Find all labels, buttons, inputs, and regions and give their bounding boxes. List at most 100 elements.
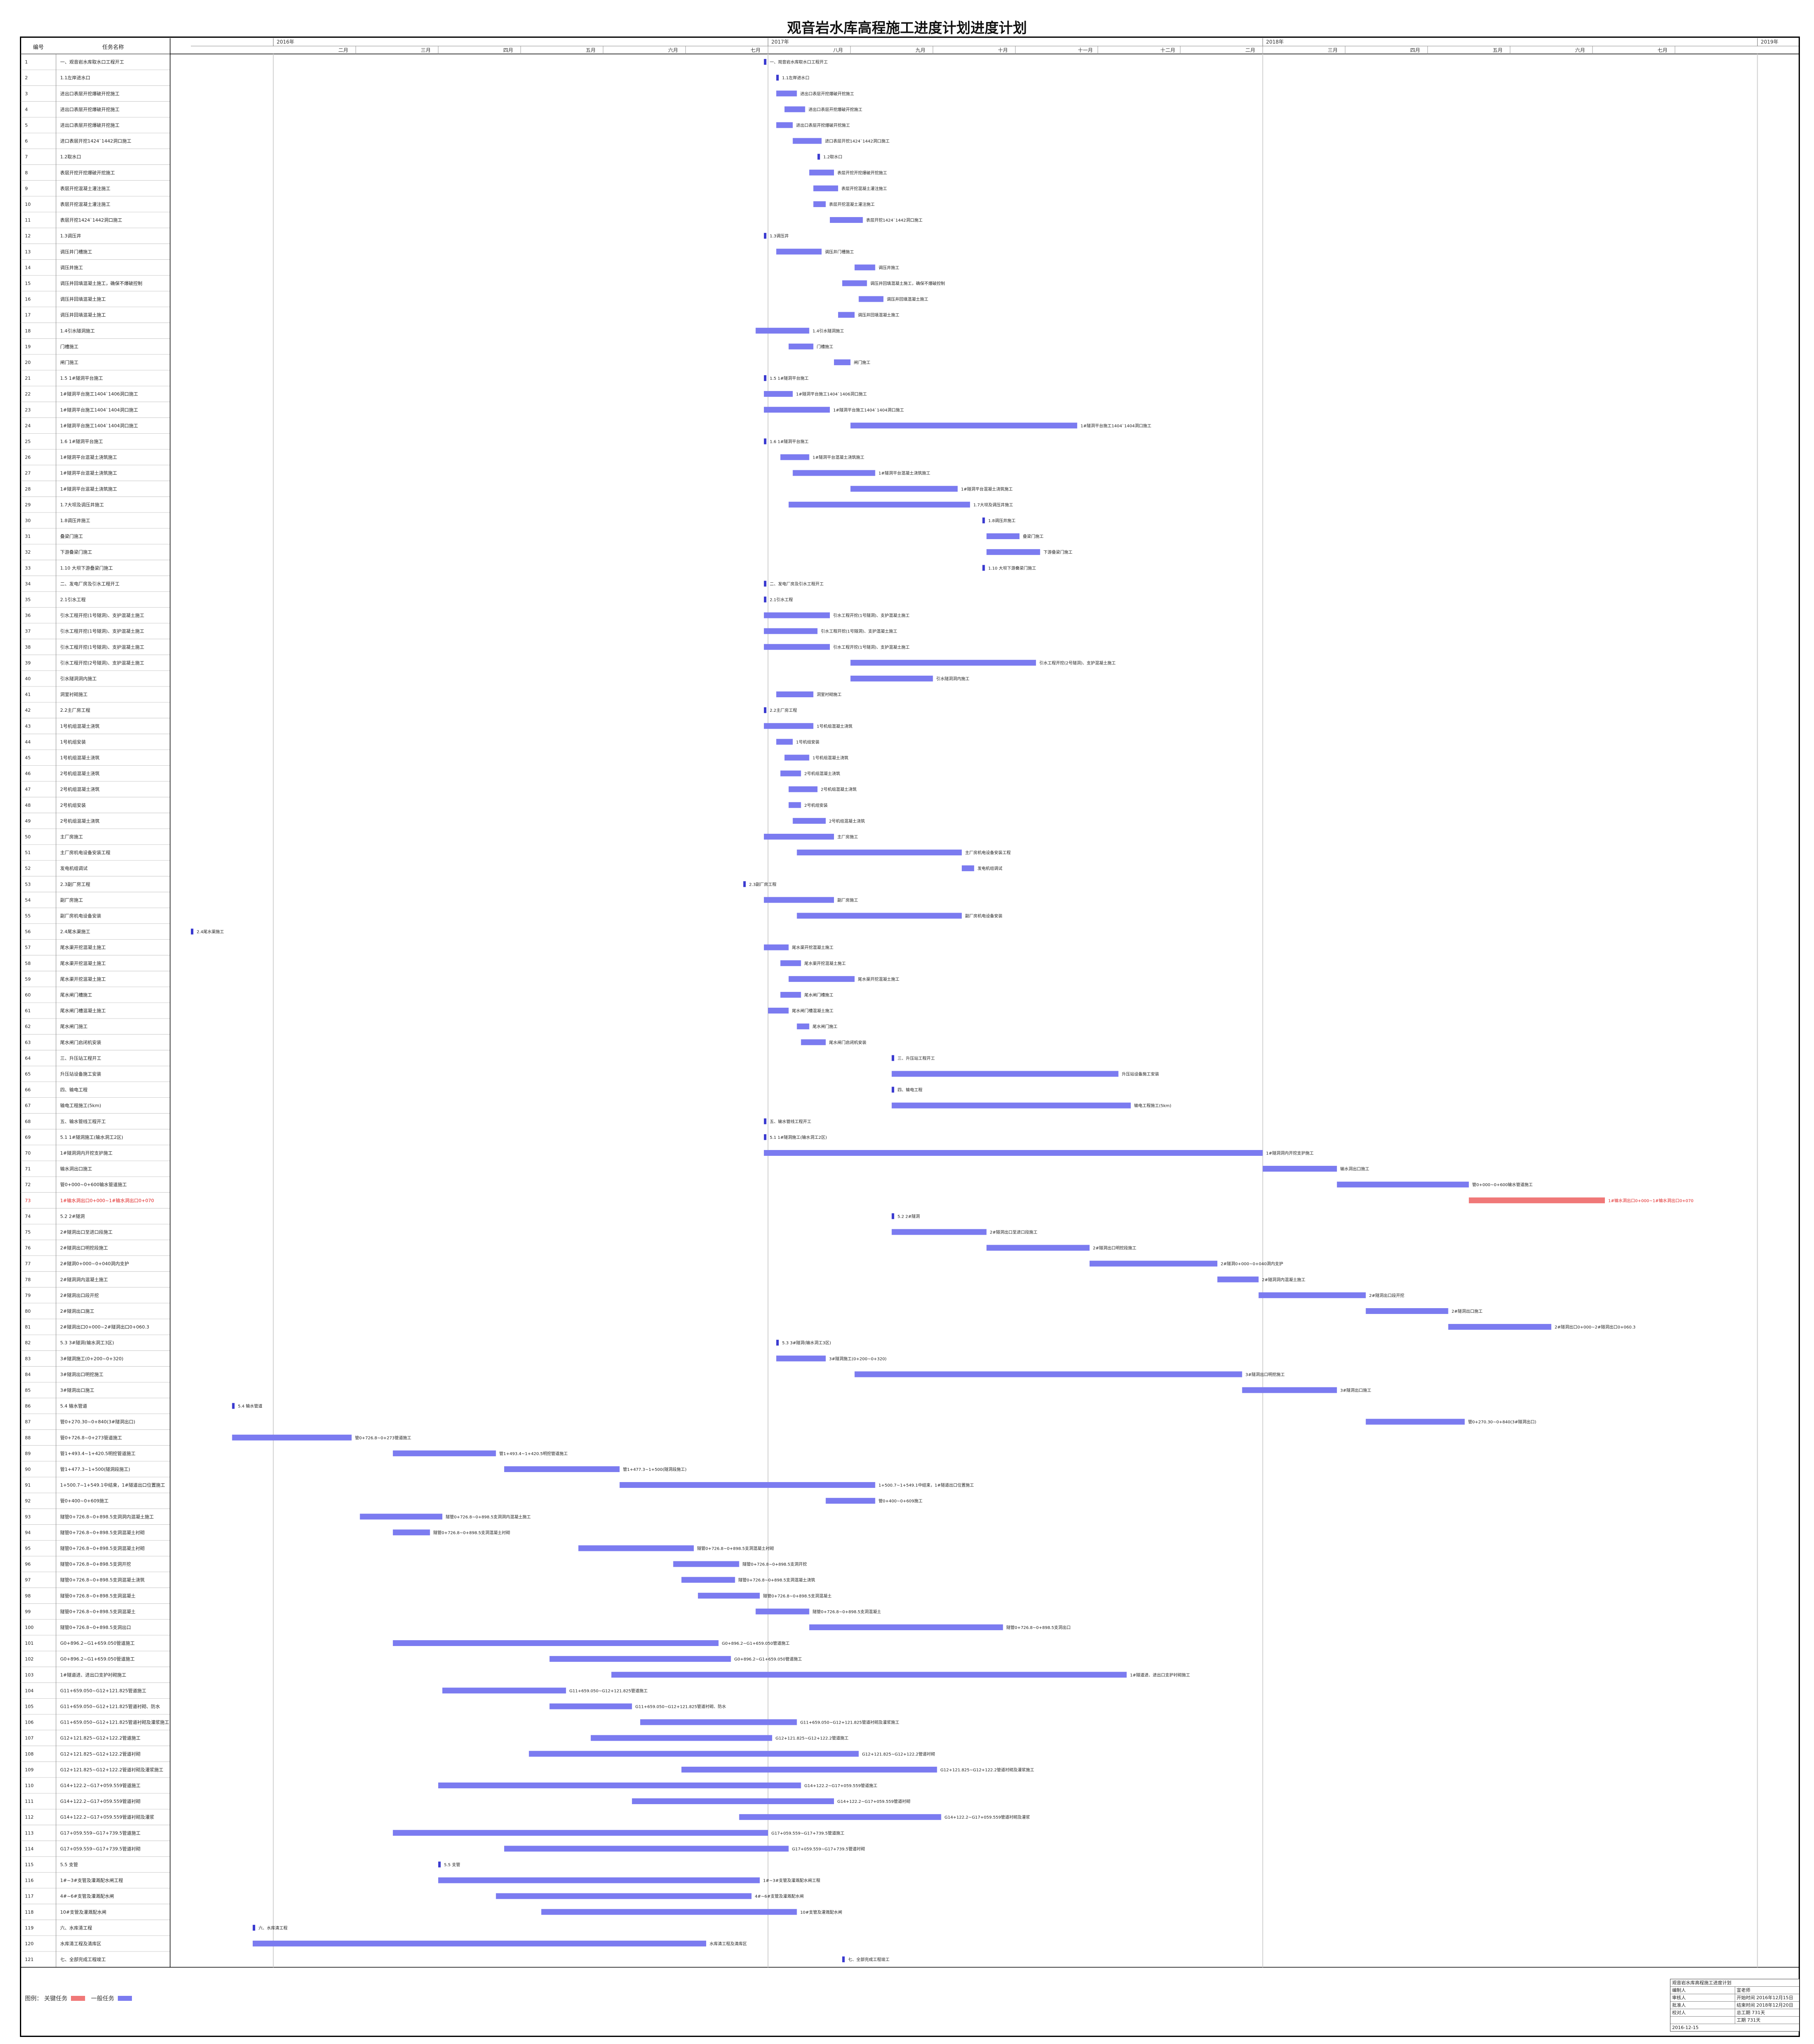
row-name: 尾水闸门启闭机安装 [60,1039,101,1045]
task-bar [504,1846,789,1852]
row-name: 1#隧洞平台混凝土浇筑施工 [60,486,117,492]
row-name: 3#隧洞出口施工 [60,1387,94,1393]
month-label: 五月 [586,47,596,53]
row-name: 2#隧洞出口明挖段施工 [60,1245,108,1251]
row-number: 74 [25,1214,31,1219]
info-cell [1670,2017,1735,2024]
row-name: 三、升压站工程开工 [60,1055,101,1061]
bar-label: 引水工程开挖(1号隧洞)、支护混凝土施工 [833,613,909,618]
task-bar [986,1245,1090,1251]
row-number: 117 [25,1894,34,1899]
row-number: 48 [25,803,31,808]
row-number: 14 [25,265,31,270]
row-number: 109 [25,1767,34,1773]
row-name: 调压井施工 [60,264,83,270]
row-name: 输电工程施工(5km) [60,1103,101,1109]
task-bar [788,976,855,982]
row-name: 1.2取水口 [60,154,81,160]
month-label: 七月 [1658,47,1668,53]
critical-task-bar [1469,1197,1605,1204]
row-number: 107 [25,1736,34,1741]
task-bar [788,786,818,792]
row-name: 1#隧洞平台混凝土浇筑施工 [60,470,117,476]
row-name: 六、水库清工程 [60,1925,92,1931]
row-number: 43 [25,723,31,729]
milestone-marker [438,1861,441,1868]
row-number: 113 [25,1830,34,1836]
bar-label: 尾水渠开挖混凝土施工 [805,961,846,966]
milestone-marker [892,1087,895,1093]
row-number: 53 [25,882,31,887]
bar-label: G14+122.2~G17+059.559管道衬砌及灌浆 [944,1814,1030,1820]
row-number: 116 [25,1878,34,1883]
bar-label: 1#输水洞出口0+000~1#输水洞出口0+070 [1608,1198,1694,1203]
milestone-marker [764,375,767,381]
row-number: 2 [25,75,28,81]
row-number: 99 [25,1609,31,1614]
row-number: 104 [25,1688,34,1693]
row-name: 隧管0+726.8~0+898.5支洞混凝土衬砌 [60,1529,145,1535]
task-bar [541,1909,797,1915]
bar-label: 尾水渠开挖混凝土施工 [858,977,900,982]
task-bar [1365,1419,1465,1425]
row-name: G14+122.2~G17+059.559管道施工 [60,1783,141,1788]
task-bar [813,201,826,207]
row-number: 110 [25,1783,34,1788]
row-name: G11+659.050~G12+121.825管道衬砌及灌浆施工 [60,1719,169,1725]
row-name: 尾水闸门槽施工 [60,992,92,998]
row-name: 七、全部完成工程竣工 [60,1956,106,1962]
row-number: 22 [25,391,31,397]
bar-label: 1.6 1#隧洞平台施工 [770,439,809,444]
bar-label: 2.3副厂房工程 [749,882,776,887]
bar-label: 调压井门槽施工 [825,249,854,254]
bar-label: G14+122.2~G17+059.559管道施工 [805,1783,878,1788]
bar-label: 表层开挖混凝土灌注施工 [829,202,875,207]
month-label: 四月 [503,47,513,53]
task-bar [776,739,793,745]
row-name: 1.7大坝及调压井施工 [60,502,104,508]
task-bar [780,454,809,460]
task-bar [764,644,830,650]
row-number: 90 [25,1467,31,1472]
row-name: 2号机组安装 [60,802,86,808]
bar-label: 二、发电厂房及引水工程开工 [770,581,824,586]
row-number: 65 [25,1071,31,1077]
info-cell: 审核人 [1672,1995,1686,2000]
bar-label: 1#隧洞平台混凝土浇筑施工 [878,471,930,476]
task-bar [776,90,797,97]
bar-label: 调压井回填混凝土施工，确保不爆破控制 [870,281,945,286]
bar-label: G12+121.825~G12+122.2管道衬砌及灌浆施工 [940,1767,1034,1773]
row-number: 33 [25,565,31,571]
row-name: 主厂房施工 [60,834,83,840]
task-bar [850,675,933,681]
task-bar [1448,1324,1551,1330]
milestone-marker [892,1055,895,1061]
bar-label: 引水工程开挖(1号隧洞)、支护混凝土施工 [821,629,897,634]
gantt-chart: 编号 任务名称 2016年 2017年 2018年 2019年二月 三月 四月 五月 六月 七月 八月… [21,38,1799,1968]
info-cell: 批准人 [1672,2002,1686,2008]
row-number: 84 [25,1372,31,1377]
bar-label: 3#隧洞出口明挖施工 [1246,1372,1285,1377]
row-number: 106 [25,1720,34,1725]
bar-label: 2#隧洞0+000~0+040洞内支护 [1221,1261,1283,1267]
row-number: 111 [25,1799,34,1804]
bar-label: 隧管0+726.8~0+898.5支洞混凝土 [763,1593,831,1599]
task-bar [504,1466,620,1472]
row-name: 2号机组混凝土浇筑 [60,771,100,777]
row-name: 1#隧洞平台混凝土浇筑施工 [60,454,117,460]
info-cell: 结束时间 2018年12月20日 [1734,2002,1799,2009]
row-number: 5 [25,122,28,128]
bar-label: 1#隧洞平台施工1404`1406洞口施工 [796,391,867,397]
row-name: 副厂房机电设备安装 [60,913,101,918]
bar-label: 尾水闸门槽施工 [805,992,834,998]
row-number: 25 [25,439,31,444]
task-bar [253,1940,706,1946]
row-name: G17+059.559~G17+739.5管道衬砌 [60,1846,141,1851]
row-number: 27 [25,471,31,476]
row-number: 101 [25,1641,34,1646]
task-bar [788,343,814,349]
bar-label: G11+659.050~G12+121.825管道施工 [569,1688,648,1693]
milestone-marker [817,154,820,160]
task-bar [780,991,801,998]
row-number: 17 [25,313,31,318]
